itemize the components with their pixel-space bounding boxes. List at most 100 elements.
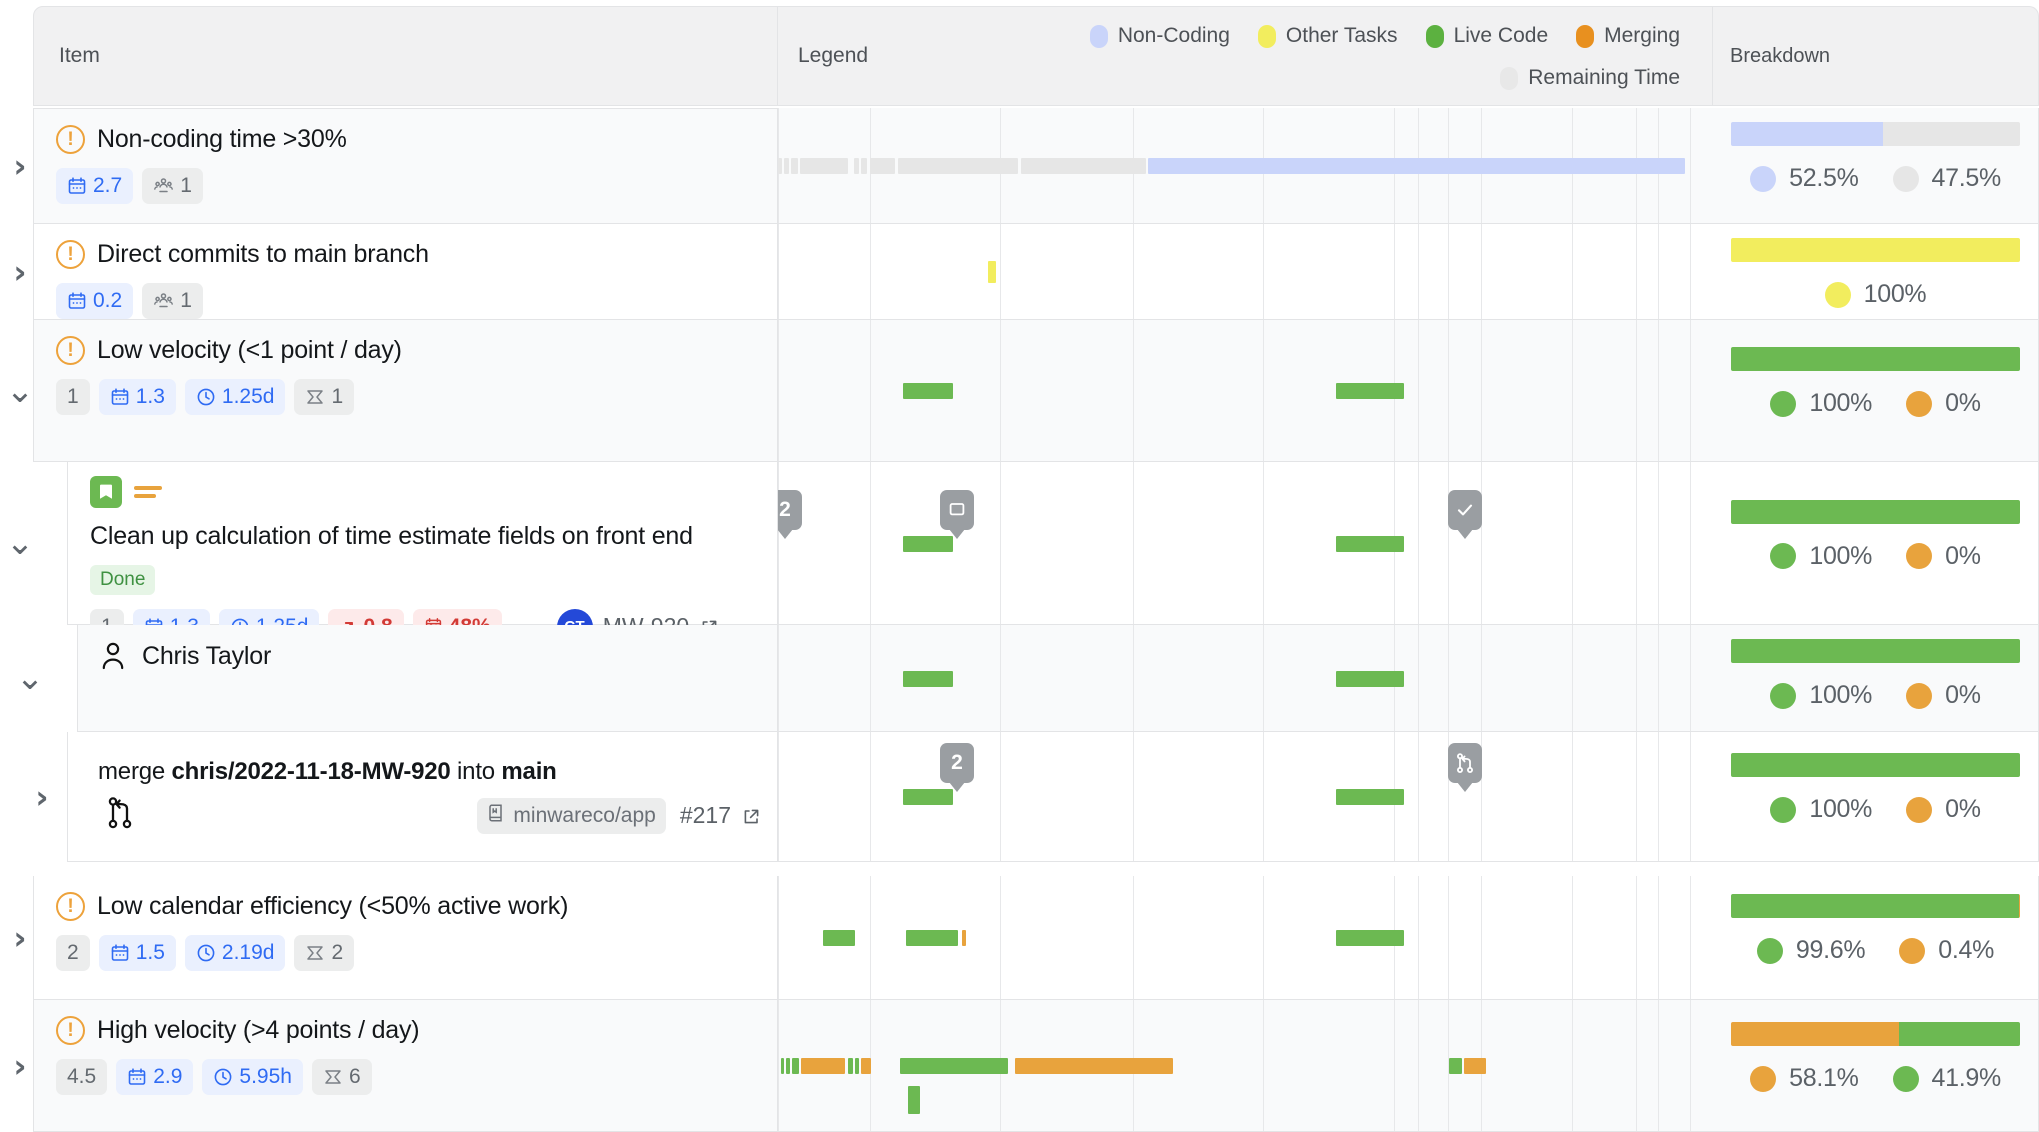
timeline-bar[interactable]: [791, 158, 798, 174]
row-timeline-cell[interactable]: [778, 625, 1715, 732]
metric-chip[interactable]: 1.3: [98, 379, 176, 415]
row-timeline-cell[interactable]: [778, 1000, 1715, 1132]
row-timeline-cell[interactable]: [778, 320, 1715, 462]
timeline-bar[interactable]: [1336, 930, 1404, 946]
external-link-icon[interactable]: [741, 807, 759, 825]
timeline-bar[interactable]: [898, 158, 1018, 174]
metric-chip[interactable]: 1: [142, 168, 203, 204]
metric-chip[interactable]: 2.7: [56, 168, 134, 204]
timeline-bar[interactable]: [962, 930, 966, 946]
timeline-bar[interactable]: [861, 158, 867, 174]
metric-chip[interactable]: 4.5: [56, 1059, 108, 1095]
metric-chip[interactable]: 2.9: [116, 1059, 194, 1095]
metric-chip[interactable]: 1: [56, 379, 90, 415]
timeline-bar[interactable]: [1015, 1058, 1173, 1074]
timeline-bar[interactable]: [801, 1058, 845, 1074]
timeline-bar[interactable]: [908, 1086, 920, 1114]
row-timeline-cell[interactable]: [778, 876, 1715, 1000]
row-breakdown-cell: 100% 0%: [1713, 320, 2039, 462]
legend-item-other-tasks[interactable]: Other Tasks: [1257, 15, 1398, 57]
timeline-bar[interactable]: [1021, 158, 1146, 174]
row-timeline-cell[interactable]: [778, 224, 1715, 320]
timeline-bar[interactable]: [861, 1058, 871, 1074]
timeline-bar[interactable]: [786, 1058, 790, 1074]
timeline-bar[interactable]: [855, 1058, 859, 1074]
task-title[interactable]: Clean up calculation of time estimate fi…: [90, 520, 693, 553]
timeline-bar[interactable]: [870, 158, 895, 174]
breakdown-percent: 0%: [1945, 389, 1981, 417]
row-breakdown-cell: 99.6% 0.4%: [1713, 876, 2039, 1000]
breakdown-segment: [1731, 1022, 1899, 1046]
clock-icon: [196, 943, 216, 963]
alert-title: Direct commits to main branch: [97, 240, 429, 268]
metric-chip[interactable]: 0.2: [56, 283, 134, 319]
breakdown-legend-item: 52.5%: [1750, 164, 1859, 193]
metric-chip-value: 2.19d: [221, 941, 275, 964]
header-breakdown-label: Breakdown: [1730, 44, 1831, 67]
chevron-down-icon[interactable]: ⌄: [0, 462, 40, 625]
breakdown-percent: 41.9%: [1931, 1064, 2002, 1092]
metric-chip[interactable]: 1.5: [98, 935, 176, 971]
timeline-bar[interactable]: [848, 1058, 853, 1074]
timeline-bar[interactable]: [1336, 535, 1404, 552]
comment-pin[interactable]: [940, 489, 974, 530]
row-timeline-cell[interactable]: 2: [778, 462, 1715, 625]
legend-item-remaining-time[interactable]: Remaining Time: [1500, 57, 1680, 99]
pull-request-number[interactable]: #217: [680, 802, 731, 829]
metric-chip-group: 4.5 2.9 5.95h 6: [56, 1059, 759, 1095]
timeline-bar[interactable]: [903, 789, 953, 805]
timeline-bar[interactable]: [792, 1058, 799, 1074]
merge-count-pin[interactable]: 2: [940, 743, 974, 783]
row-timeline-cell[interactable]: [778, 108, 1715, 224]
metric-chip[interactable]: 1: [294, 379, 355, 415]
chevron-down-icon[interactable]: ⌄: [10, 625, 50, 732]
timeline-bar[interactable]: [1336, 789, 1404, 805]
timeline-bar[interactable]: [988, 261, 996, 283]
breakdown-dot: [1770, 543, 1797, 569]
timeline-bar[interactable]: [1148, 158, 1685, 174]
merge-branch-pin[interactable]: [1448, 743, 1482, 783]
timeline-bar[interactable]: [900, 1058, 1008, 1074]
merge-meta-row: minwareco/app #217: [98, 796, 759, 835]
metric-chip[interactable]: 2.19d: [184, 935, 286, 971]
timeline-bar[interactable]: [903, 383, 953, 399]
warning-icon: !: [56, 1016, 85, 1045]
row-breakdown-cell: 100% 0%: [1713, 625, 2039, 732]
timeline-bar[interactable]: [903, 535, 953, 552]
metric-chip[interactable]: 1: [142, 283, 203, 319]
table-row: ›! Non-coding time >30% 2.7 1 52.5% 47.5%: [0, 108, 2039, 224]
table-row: › merge chris/2022-11-18-MW-920 into main…: [0, 732, 2039, 862]
repository-chip[interactable]: minwareco/app: [477, 797, 666, 834]
timeline-bar[interactable]: [823, 930, 855, 946]
breakdown-legend: 99.6% 0.4%: [1713, 936, 2038, 965]
timeline-bar[interactable]: [784, 158, 789, 174]
timeline-bar[interactable]: [1464, 1058, 1486, 1074]
metric-chip[interactable]: 2: [56, 935, 90, 971]
metric-chip[interactable]: 1.25d: [184, 379, 286, 415]
metric-chip[interactable]: 2: [294, 935, 355, 971]
timeline-bar[interactable]: [854, 158, 859, 174]
header-breakdown-column: Breakdown: [1713, 6, 2039, 106]
timeline-bar[interactable]: [903, 670, 953, 687]
done-check-pin[interactable]: [1448, 489, 1482, 530]
timeline-bar[interactable]: [906, 930, 958, 946]
legend-item-non-coding[interactable]: Non-Coding: [1089, 15, 1230, 57]
metric-chip[interactable]: 6: [311, 1059, 372, 1095]
legend-item-live-code[interactable]: Live Code: [1425, 15, 1548, 57]
commit-count-pin[interactable]: 2: [778, 489, 802, 530]
timeline-bar[interactable]: [778, 158, 782, 174]
row-timeline-cell[interactable]: 2: [778, 732, 1715, 862]
timeline-bar[interactable]: [800, 158, 848, 174]
timeline-bar[interactable]: [1449, 1058, 1462, 1074]
table-row: ›! Direct commits to main branch 0.2 1 100%: [0, 224, 2039, 320]
timeline-bar[interactable]: [781, 1058, 784, 1074]
row-breakdown-cell: 100%: [1713, 224, 2039, 320]
legend-item-merging[interactable]: Merging: [1576, 15, 1680, 57]
bookmark-icon: [90, 476, 122, 508]
breakdown-percent: 100%: [1809, 389, 1873, 417]
timeline-bar[interactable]: [1336, 670, 1404, 687]
breakdown-bar: [1731, 753, 2020, 777]
timeline-bar[interactable]: [1336, 383, 1404, 399]
metric-chip[interactable]: 5.95h: [202, 1059, 303, 1095]
chevron-right-icon[interactable]: ›: [22, 732, 62, 862]
